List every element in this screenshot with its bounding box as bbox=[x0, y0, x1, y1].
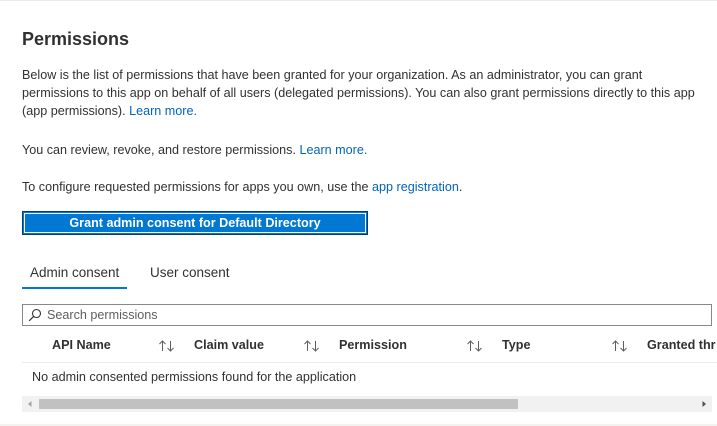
intro-line-3-text: (app permissions). bbox=[22, 104, 130, 118]
empty-table-message: No admin consented permissions found for… bbox=[32, 370, 357, 384]
grant-admin-consent-button[interactable]: Grant admin consent for Default Director… bbox=[22, 211, 368, 235]
scroll-right-icon[interactable] bbox=[696, 396, 712, 412]
page-title: Permissions bbox=[22, 29, 130, 49]
column-type[interactable]: Type bbox=[502, 338, 530, 352]
scrollbar-thumb[interactable] bbox=[39, 399, 518, 409]
sort-icon[interactable] bbox=[611, 339, 629, 353]
tab-admin-consent[interactable]: Admin consent bbox=[22, 262, 128, 289]
configure-suffix: . bbox=[458, 180, 463, 194]
permissions-page: Permissions Below is the list of permiss… bbox=[0, 0, 717, 426]
top-divider bbox=[0, 0, 717, 1]
sort-icon[interactable] bbox=[303, 339, 321, 353]
intro-line-2: permissions to this app on behalf of all… bbox=[22, 86, 695, 100]
search-input[interactable] bbox=[47, 305, 702, 325]
learn-more-link-2[interactable]: Learn more. bbox=[299, 143, 367, 157]
table-header: API Name Claim value Permission Type Gra… bbox=[22, 334, 717, 363]
app-registration-link[interactable]: app registration bbox=[372, 180, 459, 194]
column-permission[interactable]: Permission bbox=[339, 338, 407, 352]
configure-text: To configure requested permissions for a… bbox=[22, 180, 373, 194]
column-granted-through[interactable]: Granted thr bbox=[647, 338, 717, 352]
column-claim-value[interactable]: Claim value bbox=[194, 338, 264, 352]
search-icon bbox=[28, 308, 42, 322]
review-paragraph: You can review, revoke, and restore perm… bbox=[22, 141, 367, 159]
configure-paragraph: To configure requested permissions for a… bbox=[22, 178, 462, 196]
intro-line-1: Below is the list of permissions that ha… bbox=[22, 68, 643, 82]
intro-line-3: (app permissions). Learn more. bbox=[22, 102, 197, 120]
sort-icon[interactable] bbox=[466, 339, 484, 353]
column-api-name[interactable]: API Name bbox=[52, 338, 111, 352]
tab-user-consent[interactable]: User consent bbox=[142, 262, 238, 287]
horizontal-scrollbar[interactable] bbox=[22, 396, 712, 412]
sort-icon[interactable] bbox=[158, 339, 176, 353]
learn-more-link-1[interactable]: Learn more. bbox=[129, 104, 197, 118]
review-text: You can review, revoke, and restore perm… bbox=[22, 143, 300, 157]
scroll-left-icon[interactable] bbox=[22, 396, 38, 412]
search-box[interactable] bbox=[22, 304, 712, 326]
